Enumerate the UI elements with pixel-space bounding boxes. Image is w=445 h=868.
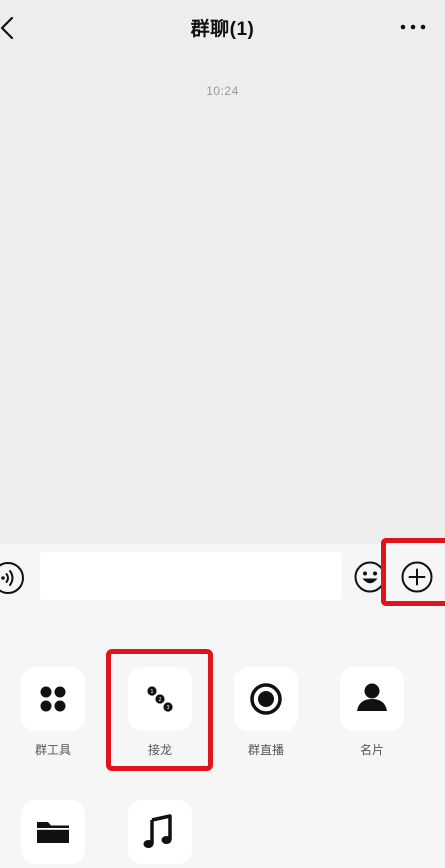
- folder-icon: [37, 822, 69, 843]
- group-tools-icon: [40, 686, 66, 712]
- page-title: 群聊(1): [190, 19, 255, 40]
- svg-text:3: 3: [166, 705, 169, 711]
- nav-bar: 群聊(1): [0, 0, 445, 56]
- emoji-icon[interactable]: [353, 560, 387, 594]
- plus-circle-icon[interactable]: [400, 560, 434, 594]
- svg-text:2: 2: [158, 697, 161, 703]
- message-timestamp: 10:24: [206, 84, 239, 98]
- panel-item-label: 群工具: [34, 743, 71, 757]
- live-icon: [250, 683, 282, 715]
- panel-item-contact-card[interactable]: [340, 667, 404, 731]
- voice-icon[interactable]: [0, 560, 26, 596]
- contact-card-icon: [357, 683, 387, 711]
- panel-item-live[interactable]: [234, 667, 298, 731]
- svg-text:1: 1: [150, 689, 153, 695]
- panel-item-label: 接龙: [147, 743, 172, 757]
- solitaire-icon: 1 2 3: [147, 686, 173, 712]
- panel-item-music[interactable]: [128, 800, 192, 864]
- more-dots-icon[interactable]: [398, 20, 428, 34]
- panel-item-file[interactable]: [21, 800, 85, 864]
- panel-item-group-tools[interactable]: [21, 667, 85, 731]
- panel-item-label: 名片: [359, 743, 384, 757]
- message-input[interactable]: [40, 552, 342, 600]
- panel-item-solitaire[interactable]: 1 2 3: [128, 667, 192, 731]
- music-icon: [143, 814, 172, 848]
- panel-item-label: 群直播: [247, 743, 284, 757]
